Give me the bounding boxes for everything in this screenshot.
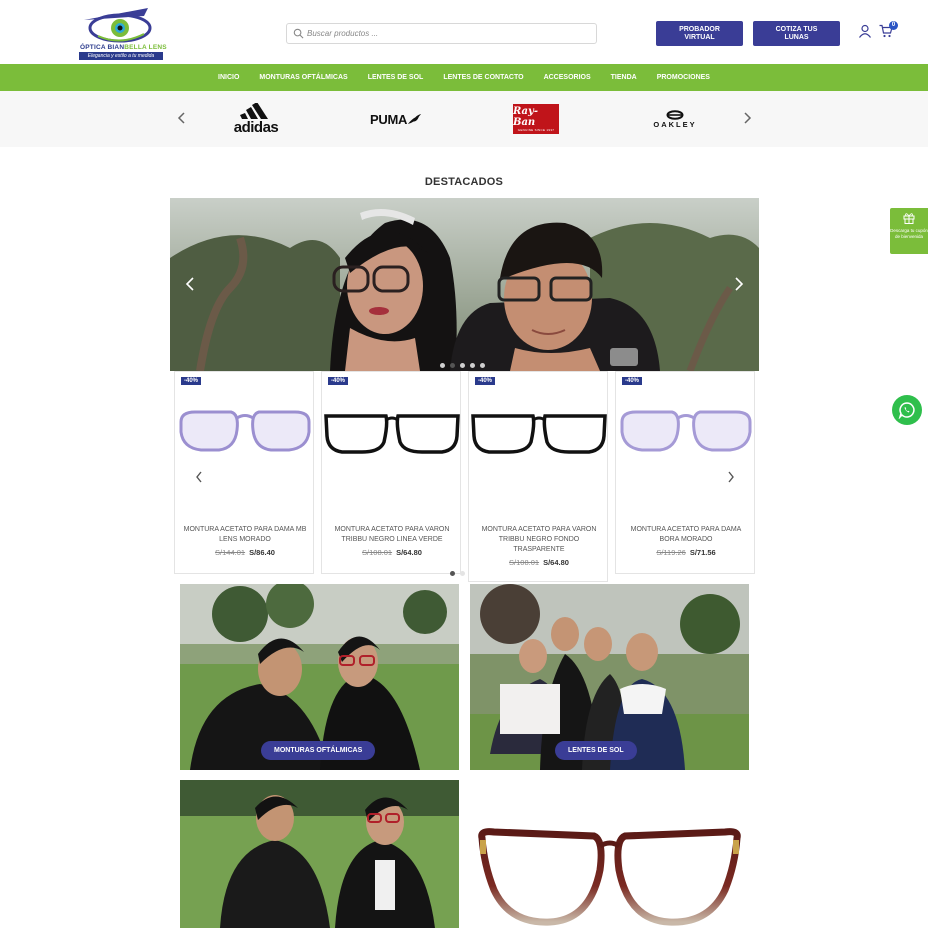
- tortoise-frame-image: [478, 828, 741, 926]
- product-pagination: [450, 571, 465, 576]
- product-card[interactable]: -40% MONTURA ACETATO PARA VARON TRIBBU N…: [321, 371, 461, 574]
- welcome-coupon-text: Descarga tu cupón de bienvenida: [890, 228, 928, 239]
- hero-dot-active[interactable]: [450, 363, 455, 368]
- nav-item-lentes-contacto[interactable]: LENTES DE CONTACTO: [443, 74, 523, 81]
- product-prev-arrow-icon[interactable]: [195, 470, 203, 484]
- nav-item-accesorios[interactable]: ACCESORIOS: [544, 74, 591, 81]
- product-card[interactable]: -40% MONTURA ACETATO PARA VARON TRIBBU N…: [468, 371, 608, 582]
- new-price: S/64.80: [396, 548, 422, 557]
- hero-dot[interactable]: [440, 363, 445, 368]
- product-image[interactable]: [322, 402, 462, 462]
- virtual-try-on-button[interactable]: PROBADOR VIRTUAL: [656, 21, 743, 46]
- search-input[interactable]: [307, 26, 587, 41]
- old-price: S/108.01: [362, 548, 393, 557]
- hero-prev-arrow-icon[interactable]: [185, 276, 195, 292]
- product-name[interactable]: MONTURA ACETATO PARA DAMA BORA MORADO: [622, 525, 750, 545]
- puma-cat-icon: [407, 114, 422, 124]
- category-label[interactable]: MONTURAS OFTÁLMICAS: [261, 741, 376, 760]
- whatsapp-icon: [898, 402, 915, 419]
- product-next-arrow-icon[interactable]: [727, 470, 735, 484]
- nav-item-promociones[interactable]: PROMOCIONES: [657, 74, 710, 81]
- discount-badge: -40%: [328, 377, 349, 385]
- hero-dot[interactable]: [460, 363, 465, 368]
- nav-item-inicio[interactable]: INICIO: [218, 74, 239, 81]
- hero-dot[interactable]: [470, 363, 475, 368]
- product-name[interactable]: MONTURA ACETATO PARA DAMA MB LENS MORADO: [181, 525, 309, 545]
- product-image[interactable]: [469, 402, 609, 462]
- product-carousel: -40% MONTURA ACETATO PARA DAMA MB LENS M…: [174, 371, 756, 582]
- product-prices: S/119.26 S/71.56: [616, 548, 756, 557]
- quote-lenses-button[interactable]: COTIZA TUS LUNAS: [753, 21, 840, 46]
- product-name[interactable]: MONTURA ACETATO PARA VARON TRIBBU NEGRO …: [328, 525, 456, 545]
- product-image[interactable]: [616, 402, 756, 462]
- category-label[interactable]: LENTES DE SOL: [555, 741, 637, 760]
- category-monturas-oftalmicas[interactable]: MONTURAS OFTÁLMICAS: [180, 584, 459, 770]
- hero-pagination: [440, 363, 485, 368]
- brand-puma[interactable]: PUMA: [370, 103, 422, 135]
- rayban-logo: Ray-Ban GENUINE SINCE 1937: [513, 104, 559, 134]
- brand-adidas[interactable]: adidas: [226, 102, 286, 136]
- adidas-stripes-icon: [240, 102, 268, 119]
- product-name[interactable]: MONTURA ACETATO PARA VARON TRIBBU NEGRO …: [475, 525, 603, 555]
- hero-banner-image[interactable]: [170, 198, 759, 371]
- brand-oakley[interactable]: OAKLEY: [650, 103, 700, 135]
- featured-title: DESTACADOS: [424, 176, 504, 188]
- search-box[interactable]: [286, 23, 597, 44]
- discount-badge: -40%: [475, 377, 496, 385]
- logo-tagline: Elegancia y estilo a tu medida: [79, 52, 163, 60]
- hero-dot[interactable]: [480, 363, 485, 368]
- hero-photo: [170, 198, 759, 371]
- nav-item-monturas[interactable]: MONTURAS OFTÁLMICAS: [259, 74, 347, 81]
- product-dot-active[interactable]: [450, 571, 455, 576]
- logo-eye-icon: [84, 8, 152, 43]
- site-header: ÓPTICA BIANBELLA LENS Elegancia y estilo…: [0, 0, 928, 64]
- brand-prev-arrow-icon[interactable]: [177, 111, 187, 125]
- product-prices: S/108.01 S/64.80: [322, 548, 462, 557]
- logo-name: ÓPTICA BIANBELLA LENS: [80, 44, 167, 51]
- category-photo: [180, 780, 459, 928]
- user-icon[interactable]: [858, 24, 872, 38]
- product-image[interactable]: [175, 402, 315, 462]
- product-prices: S/108.01 S/64.80: [469, 558, 609, 567]
- hero-next-arrow-icon[interactable]: [734, 276, 744, 292]
- old-price: S/119.26: [656, 548, 686, 557]
- new-price: S/71.56: [689, 548, 716, 557]
- brand-next-arrow-icon[interactable]: [742, 111, 752, 125]
- nav-item-lentes-sol[interactable]: LENTES DE SOL: [368, 74, 424, 81]
- brand-carousel: adidas PUMA Ray-Ban GENUINE SINCE 1937 O…: [0, 91, 928, 147]
- product-prices: S/144.01 S/86.40: [175, 548, 315, 557]
- welcome-coupon-tab[interactable]: Descarga tu cupón de bienvenida: [890, 208, 928, 254]
- main-nav: INICIO MONTURAS OFTÁLMICAS LENTES DE SOL…: [0, 64, 928, 91]
- category-lentes-de-sol[interactable]: LENTES DE SOL: [470, 584, 749, 770]
- whatsapp-button[interactable]: [892, 395, 922, 425]
- new-price: S/86.40: [249, 548, 275, 557]
- gift-icon: [903, 213, 915, 224]
- discount-badge: -40%: [181, 377, 202, 385]
- brand-rayban[interactable]: Ray-Ban GENUINE SINCE 1937: [513, 103, 559, 135]
- search-icon[interactable]: [293, 28, 304, 39]
- old-price: S/108.01: [509, 558, 540, 567]
- featured-frame-tile[interactable]: [470, 780, 749, 928]
- old-price: S/144.01: [215, 548, 246, 557]
- nav-item-tienda[interactable]: TIENDA: [611, 74, 637, 81]
- discount-badge: -40%: [622, 377, 643, 385]
- oakley-ellipse-icon: [666, 109, 684, 120]
- cart-count-badge: 0: [889, 21, 898, 30]
- new-price: S/64.80: [543, 558, 569, 567]
- product-dot[interactable]: [460, 571, 465, 576]
- category-photo-tile[interactable]: [180, 780, 459, 928]
